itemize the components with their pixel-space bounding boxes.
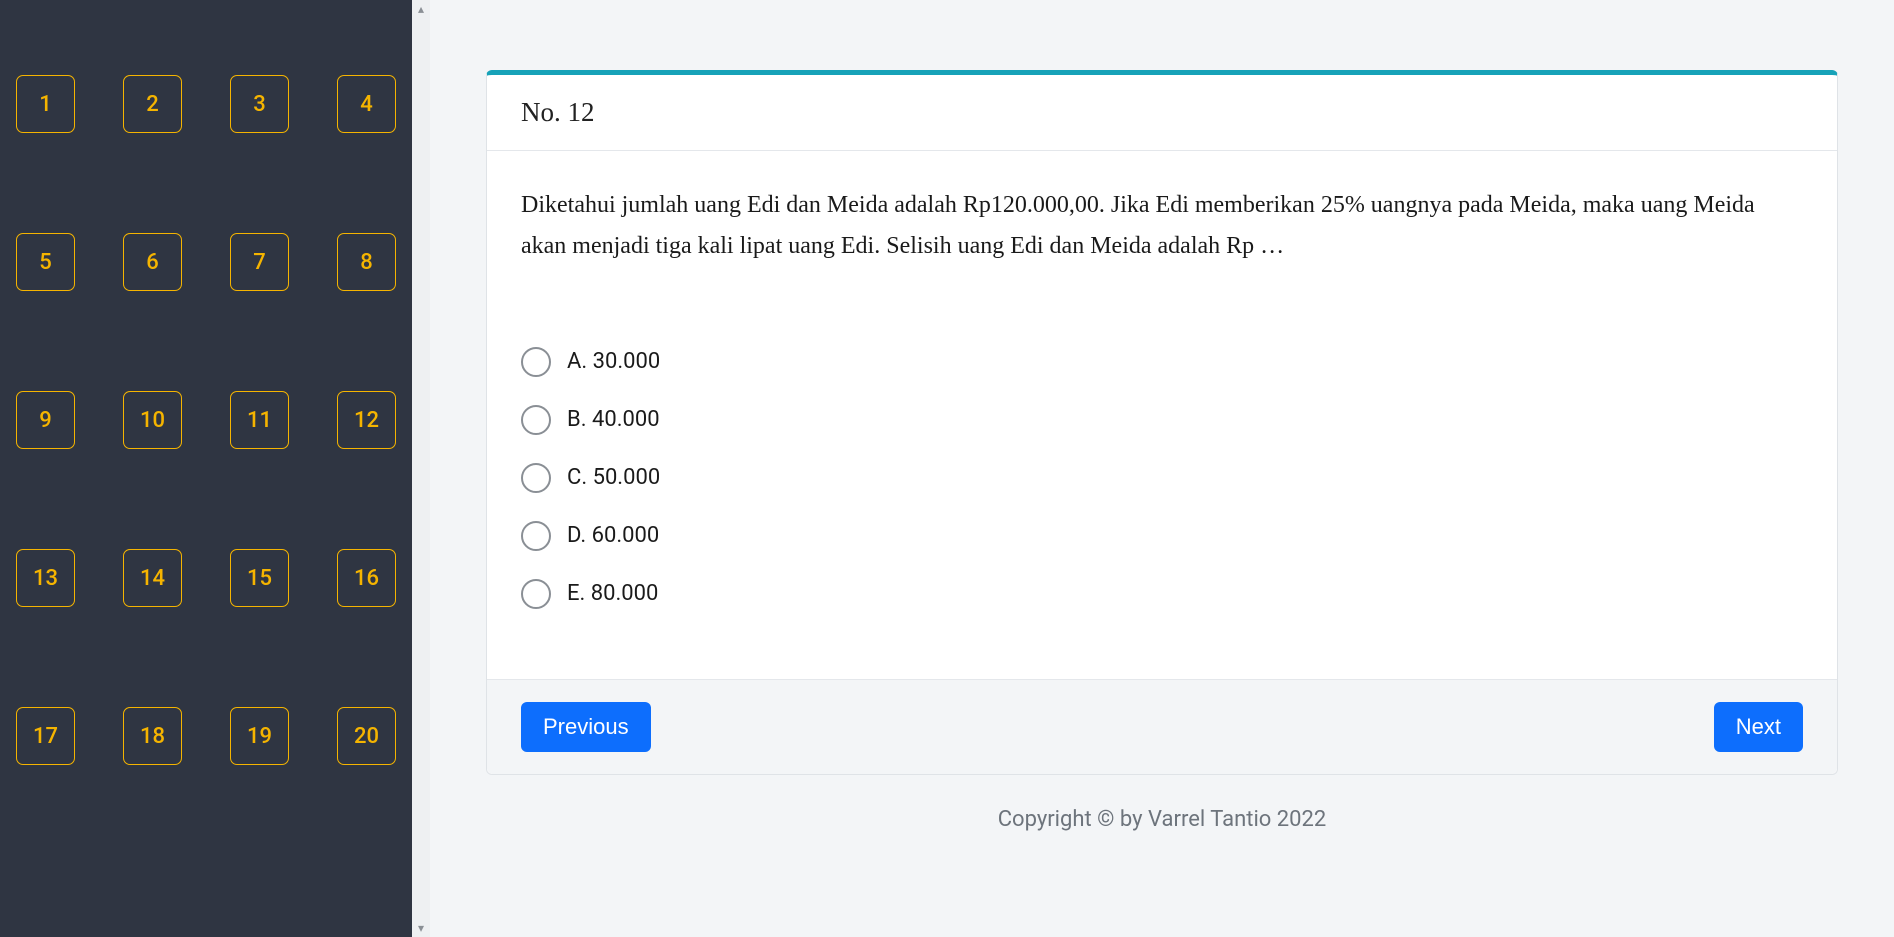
question-text: Diketahui jumlah uang Edi dan Meida adal… bbox=[521, 185, 1803, 267]
scroll-down-icon[interactable]: ▾ bbox=[418, 921, 424, 935]
option-label: C. 50.000 bbox=[567, 465, 660, 490]
page-footer: Copyright © by Varrel Tantio 2022 bbox=[486, 775, 1838, 852]
next-button[interactable]: Next bbox=[1714, 702, 1803, 752]
option-label: D. 60.000 bbox=[567, 523, 659, 548]
question-nav-16[interactable]: 16 bbox=[337, 549, 396, 607]
radio-icon[interactable] bbox=[521, 463, 551, 493]
radio-icon[interactable] bbox=[521, 579, 551, 609]
question-number: No. 12 bbox=[487, 75, 1837, 151]
option-d[interactable]: D. 60.000 bbox=[521, 521, 1803, 551]
question-nav-11[interactable]: 11 bbox=[230, 391, 289, 449]
scroll-up-icon[interactable]: ▴ bbox=[418, 2, 424, 16]
question-nav-4[interactable]: 4 bbox=[337, 75, 396, 133]
question-navigator-sidebar: 1 2 3 4 5 6 7 8 9 10 11 12 13 14 15 16 1… bbox=[0, 0, 412, 937]
question-nav-8[interactable]: 8 bbox=[337, 233, 396, 291]
option-label: A. 30.000 bbox=[567, 349, 660, 374]
question-nav-5[interactable]: 5 bbox=[16, 233, 75, 291]
radio-icon[interactable] bbox=[521, 347, 551, 377]
question-nav-6[interactable]: 6 bbox=[123, 233, 182, 291]
question-card: No. 12 Diketahui jumlah uang Edi dan Mei… bbox=[486, 70, 1838, 775]
option-c[interactable]: C. 50.000 bbox=[521, 463, 1803, 493]
option-e[interactable]: E. 80.000 bbox=[521, 579, 1803, 609]
question-nav-1[interactable]: 1 bbox=[16, 75, 75, 133]
question-nav-14[interactable]: 14 bbox=[123, 549, 182, 607]
sidebar-scrollbar[interactable]: ▴ ▾ bbox=[412, 0, 430, 937]
radio-icon[interactable] bbox=[521, 405, 551, 435]
option-label: B. 40.000 bbox=[567, 407, 660, 432]
card-footer: Previous Next bbox=[487, 679, 1837, 774]
question-nav-9[interactable]: 9 bbox=[16, 391, 75, 449]
option-label: E. 80.000 bbox=[567, 581, 658, 606]
question-nav-20[interactable]: 20 bbox=[337, 707, 396, 765]
question-nav-3[interactable]: 3 bbox=[230, 75, 289, 133]
question-nav-19[interactable]: 19 bbox=[230, 707, 289, 765]
main-content: No. 12 Diketahui jumlah uang Edi dan Mei… bbox=[412, 0, 1894, 937]
option-b[interactable]: B. 40.000 bbox=[521, 405, 1803, 435]
option-a[interactable]: A. 30.000 bbox=[521, 347, 1803, 377]
radio-icon[interactable] bbox=[521, 521, 551, 551]
previous-button[interactable]: Previous bbox=[521, 702, 651, 752]
question-nav-10[interactable]: 10 bbox=[123, 391, 182, 449]
question-nav-15[interactable]: 15 bbox=[230, 549, 289, 607]
question-nav-12[interactable]: 12 bbox=[337, 391, 396, 449]
question-nav-13[interactable]: 13 bbox=[16, 549, 75, 607]
question-nav-18[interactable]: 18 bbox=[123, 707, 182, 765]
question-nav-17[interactable]: 17 bbox=[16, 707, 75, 765]
question-nav-grid: 1 2 3 4 5 6 7 8 9 10 11 12 13 14 15 16 1… bbox=[16, 75, 396, 765]
answer-options: A. 30.000 B. 40.000 C. 50.000 D. 60.000 bbox=[521, 347, 1803, 609]
question-nav-7[interactable]: 7 bbox=[230, 233, 289, 291]
question-nav-2[interactable]: 2 bbox=[123, 75, 182, 133]
